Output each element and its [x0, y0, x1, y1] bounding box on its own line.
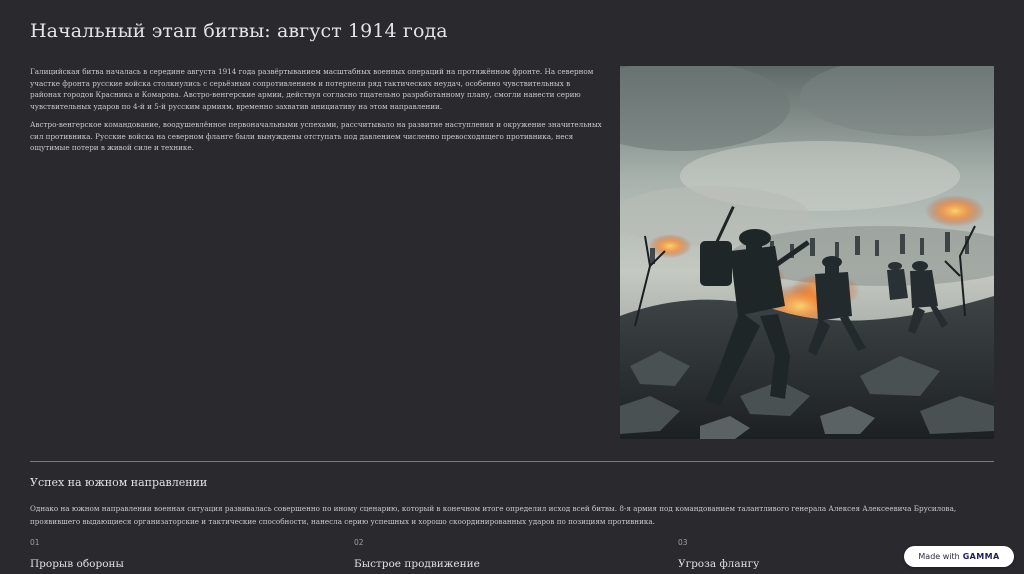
card-title: Быстрое продвижение — [354, 558, 480, 570]
card-title: Прорыв обороны — [30, 558, 124, 570]
card-number: 02 — [354, 538, 364, 547]
gamma-logo: GAMMA — [962, 552, 1000, 561]
card-breakthrough: 01 Прорыв обороны — [30, 538, 330, 570]
intro-paragraph: Австро-венгерское командование, воодушев… — [30, 120, 602, 152]
page-title: Начальный этап битвы: август 1914 года — [30, 20, 448, 42]
section-title: Успех на южном направлении — [30, 476, 208, 489]
card-number: 01 — [30, 538, 40, 547]
made-with-gamma-badge[interactable]: Made with GAMMA — [904, 546, 1014, 567]
battle-illustration — [620, 66, 994, 439]
section-body: Однако на южном направлении военная ситу… — [30, 504, 957, 526]
section-divider — [30, 461, 994, 462]
intro-text: Галицийская битва началась в середине ав… — [30, 66, 602, 161]
badge-prefix: Made with — [918, 552, 960, 561]
card-advance: 02 Быстрое продвижение — [354, 538, 654, 570]
intro-paragraph: Галицийская битва началась в середине ав… — [30, 67, 594, 111]
